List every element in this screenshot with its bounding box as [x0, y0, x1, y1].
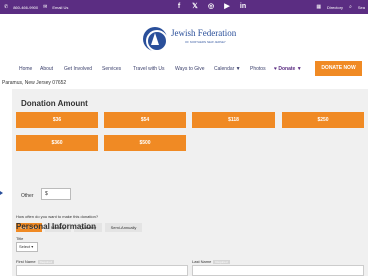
amount-360-button[interactable]: $360 [16, 135, 98, 151]
frequency-question: How often do you want to make this donat… [16, 214, 99, 219]
main-nav: Home About Get Involved Services Travel … [0, 60, 368, 78]
nav-home[interactable]: Home [19, 66, 32, 72]
nav-calendar[interactable]: Calendar ▼ [214, 66, 241, 72]
search-link[interactable]: Sea [358, 5, 365, 10]
other-amount-input[interactable]: $ [41, 188, 71, 200]
other-label: Other [21, 193, 34, 199]
utility-right: ▦ Directory ⌕ Sea [316, 4, 365, 10]
directory-icon: ▦ [316, 4, 322, 10]
first-name-label: First Name Required [16, 259, 54, 264]
directory-link[interactable]: Directory [327, 5, 343, 10]
amount-500-button[interactable]: $500 [104, 135, 186, 151]
linkedin-icon[interactable]: in [239, 2, 247, 12]
facebook-icon[interactable]: f [175, 2, 183, 12]
envelope-icon: ✉ [43, 4, 48, 10]
instagram-icon[interactable]: ◎ [207, 2, 215, 12]
nav-get-involved[interactable]: Get Involved [64, 66, 92, 72]
required-badge: Required [37, 259, 54, 264]
amount-250-button[interactable]: $250 [282, 112, 364, 128]
last-name-input[interactable] [192, 265, 364, 276]
nav-ways-to-give[interactable]: Ways to Give [175, 66, 205, 72]
title-select[interactable]: Select ▾ [16, 242, 38, 252]
twitter-icon[interactable]: 𝕏 [191, 2, 199, 12]
donate-now-button[interactable]: DONATE NOW [315, 61, 362, 76]
logo-emblem-icon [143, 27, 168, 52]
donation-heading: Donation Amount [21, 99, 88, 108]
social-links: f 𝕏 ◎ ▶ in [175, 2, 247, 12]
nav-services[interactable]: Services [102, 66, 121, 72]
nav-about[interactable]: About [40, 66, 53, 72]
amount-54-button[interactable]: $54 [104, 112, 186, 128]
email-link[interactable]: Email Us [52, 5, 68, 10]
amount-36-button[interactable]: $36 [16, 112, 98, 128]
contact-links: ✆ 860-466-9900 ✉ Email Us [4, 4, 68, 10]
personal-info-heading: Personal Information [16, 222, 97, 231]
nav-donate-label: Donate ▼ [278, 66, 302, 72]
phone-number[interactable]: 860-466-9900 [13, 5, 38, 10]
last-name-text: Last Name [192, 259, 212, 264]
side-arrow-icon [0, 191, 3, 195]
amount-118-button[interactable]: $118 [192, 112, 275, 128]
last-name-label: Last Name Required [192, 259, 230, 264]
nav-donate-dropdown[interactable]: ♥ Donate ▼ [274, 66, 302, 72]
search-icon[interactable]: ⌕ [349, 4, 352, 10]
nav-travel[interactable]: Travel with Us [133, 66, 165, 72]
phone-icon: ✆ [4, 4, 9, 10]
utility-bar: ✆ 860-466-9900 ✉ Email Us f 𝕏 ◎ ▶ in ▦ D… [0, 0, 368, 14]
first-name-text: First Name [16, 259, 36, 264]
location-text: Paramus, New Jersey 07652 [2, 80, 67, 86]
logo-name: Jewish Federation [171, 28, 237, 38]
required-badge: Required [213, 259, 230, 264]
youtube-icon[interactable]: ▶ [223, 2, 231, 12]
title-label: Title [16, 236, 24, 241]
first-name-input[interactable] [16, 265, 188, 276]
site-logo[interactable]: Jewish Federation OF NORTHERN NEW JERSEY [143, 27, 237, 52]
logo-subtitle: OF NORTHERN NEW JERSEY [185, 41, 226, 44]
freq-semi-annually[interactable]: Semi-Annually [105, 223, 142, 232]
nav-photos[interactable]: Photos [250, 66, 266, 72]
